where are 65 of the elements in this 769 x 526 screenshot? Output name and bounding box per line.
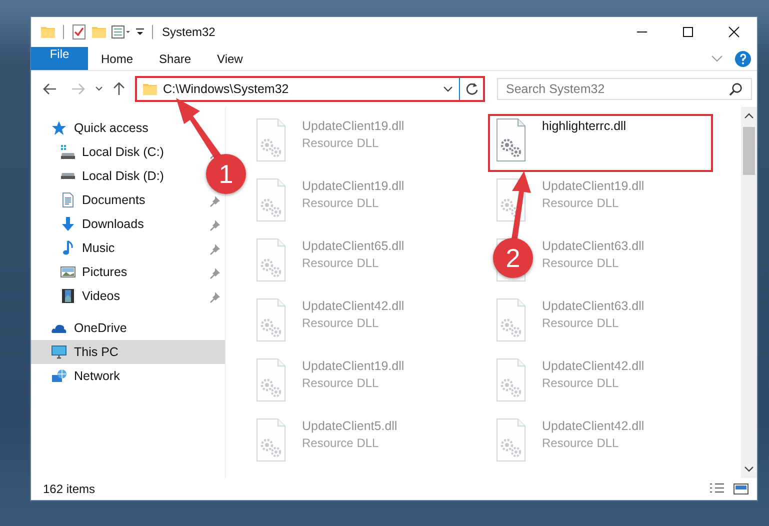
sidebar-item[interactable]: This PC — [31, 340, 225, 364]
dropdown-icon[interactable] — [135, 28, 145, 36]
music-note-icon — [60, 240, 76, 256]
item-count: 162 items — [43, 482, 96, 496]
forward-icon — [71, 83, 85, 95]
sidebar-item[interactable]: Videos — [31, 284, 124, 308]
refresh-icon[interactable] — [465, 82, 479, 96]
window-title: System32 — [162, 25, 216, 39]
sidebar-item[interactable]: Downloads — [31, 212, 148, 236]
sidebar-item[interactable]: Network — [31, 364, 124, 388]
file-type: Resource DLL — [542, 316, 620, 330]
drive-icon — [60, 144, 76, 160]
sidebar-item[interactable]: Music — [31, 236, 119, 260]
sidebar-item[interactable]: Pictures — [31, 260, 132, 284]
recent-locations-icon[interactable] — [95, 86, 103, 92]
star-icon — [51, 120, 67, 136]
network-icon — [51, 368, 67, 384]
file-type: Resource DLL — [302, 256, 380, 270]
picture-icon — [60, 266, 76, 278]
file-type: Resource DLL — [302, 316, 380, 330]
file-type: Resource DLL — [542, 256, 620, 270]
help-icon[interactable] — [735, 50, 751, 66]
sidebar-item[interactable]: OneDrive — [31, 316, 131, 340]
scrollbar[interactable] — [741, 107, 757, 478]
scroll-thumb[interactable] — [743, 127, 755, 175]
address-path: C:\Windows\System32 — [163, 82, 290, 96]
ribbon-tab[interactable]: Share — [146, 47, 204, 70]
file-type: Resource DLL — [542, 436, 620, 450]
file-menu-button[interactable]: File — [31, 47, 88, 70]
close-icon[interactable] — [728, 26, 740, 38]
file-type: Resource DLL — [542, 376, 620, 390]
drive-icon — [60, 172, 76, 180]
up-icon[interactable] — [113, 82, 125, 96]
details-view-icon[interactable] — [709, 483, 725, 495]
sidebar-item[interactable]: Local Disk (C:) — [31, 140, 168, 164]
maximize-icon[interactable] — [682, 26, 694, 38]
document-icon — [60, 192, 76, 208]
expand-ribbon-icon[interactable] — [711, 55, 723, 62]
film-icon — [60, 288, 76, 304]
monitor-icon — [51, 344, 67, 360]
ribbon-tab[interactable]: View — [204, 47, 256, 70]
ribbon-tab[interactable]: Home — [88, 47, 146, 70]
file-type: Resource DLL — [302, 376, 380, 390]
scroll-down-icon[interactable] — [744, 466, 754, 472]
file-name[interactable]: highlighterrc.dll — [542, 119, 626, 133]
address-bar[interactable]: C:\Windows\System32 — [135, 76, 485, 102]
back-icon[interactable] — [43, 83, 57, 95]
search-icon[interactable] — [729, 82, 743, 96]
scroll-up-icon[interactable] — [744, 113, 754, 119]
sidebar-item[interactable]: Quick access — [31, 116, 152, 140]
sidebar-item[interactable]: Documents — [31, 188, 150, 212]
search-field[interactable]: Search System32 — [497, 78, 752, 100]
properties-icon[interactable] — [111, 25, 131, 39]
file-type: Resource DLL — [302, 196, 380, 210]
file-type: Resource DLL — [302, 136, 380, 150]
file-type: Resource DLL — [302, 436, 380, 450]
checklist-icon[interactable] — [71, 24, 87, 40]
cloud-icon — [51, 322, 67, 334]
folder-icon — [142, 82, 158, 96]
download-icon — [60, 216, 76, 232]
minimize-icon[interactable] — [636, 31, 648, 33]
large-icons-view-icon[interactable] — [733, 483, 749, 495]
file-type: Resource DLL — [542, 196, 620, 210]
dropdown-icon[interactable] — [443, 86, 453, 92]
sidebar-item[interactable]: Local Disk (D:) — [31, 164, 168, 188]
